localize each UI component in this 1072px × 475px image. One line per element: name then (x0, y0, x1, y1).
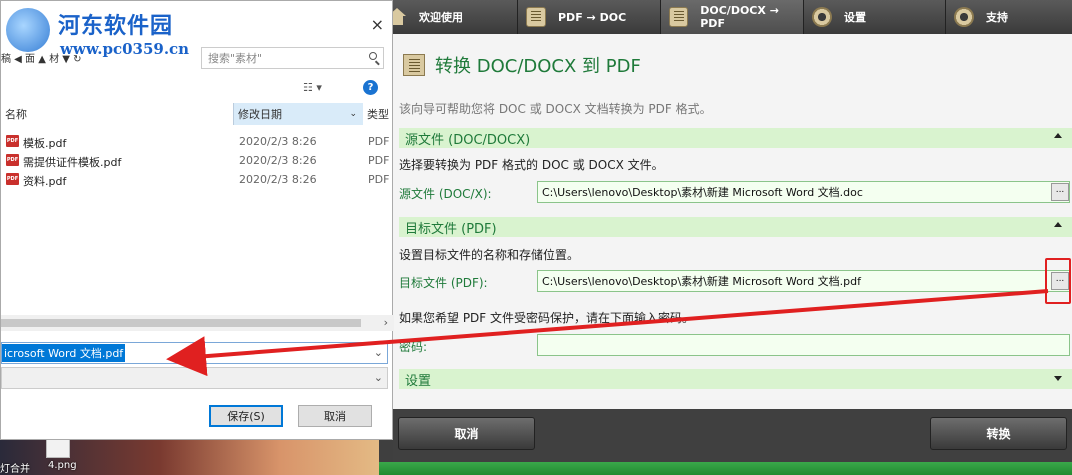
column-label: 修改日期 (238, 108, 282, 121)
watermark-url: www.pc0359.cn (60, 40, 190, 58)
tab-doc-to-pdf[interactable]: DOC/DOCX → PDF (661, 0, 804, 34)
column-label: 类型 (367, 108, 389, 121)
search-input[interactable]: 搜索"素材" (201, 47, 384, 69)
tab-label: 设置 (844, 11, 866, 24)
source-browse-button[interactable]: ... (1051, 183, 1069, 201)
source-label: 源文件 (DOC/X): (399, 187, 492, 201)
source-file-field[interactable]: C:\Users\lenovo\Desktop\素材\新建 Microsoft … (537, 181, 1070, 203)
file-type: PDF (368, 173, 390, 186)
action-bar: 取消 转换 (393, 409, 1072, 462)
highlight-box (1045, 258, 1071, 304)
column-header-name[interactable]: 名称 (1, 103, 233, 125)
page-heading: 转换 DOC/DOCX 到 PDF (403, 52, 641, 78)
tab-label: PDF → DOC (558, 10, 627, 24)
collapse-icon (1054, 133, 1062, 138)
status-strip (379, 462, 1072, 475)
column-header-date[interactable]: 修改日期 ⌄ (233, 103, 363, 125)
file-date: 2020/2/3 8:26 (239, 135, 317, 148)
collapse-icon (1054, 222, 1062, 227)
pdf-file-icon: PDF (6, 135, 19, 147)
section-source[interactable]: 源文件 (DOC/DOCX) (399, 128, 1072, 148)
site-watermark: 河东软件园 www.pc0359.cn (0, 0, 200, 70)
tab-welcome[interactable]: 欢迎使用 (379, 0, 518, 34)
column-label: 名称 (5, 108, 27, 121)
tab-label: 支持 (986, 11, 1008, 24)
password-label: 密码: (399, 340, 428, 354)
document-icon (669, 7, 689, 27)
chevron-down-icon[interactable]: ⌄ (374, 371, 383, 384)
file-name: 模板.pdf (23, 137, 67, 150)
chevron-down-icon: ⌄ (349, 109, 357, 119)
pdf-file-icon: PDF (6, 173, 19, 185)
tab-label: 欢迎使用 (419, 11, 463, 24)
section-title: 目标文件 (PDF) (405, 221, 497, 237)
view-options-button[interactable]: ☷ ▾ (303, 81, 322, 94)
tab-bar: 欢迎使用 PDF → DOC DOC/DOCX → PDF 设置 支持 (379, 0, 1072, 35)
desktop-label: 4.png (48, 460, 77, 471)
close-icon[interactable]: × (371, 15, 384, 34)
desktop-file-icon[interactable] (46, 438, 70, 458)
lifebuoy-icon (954, 7, 974, 27)
file-row[interactable]: PDF 资料.pdf 2020/2/3 8:26 PDF (1, 171, 394, 190)
target-label: 目标文件 (PDF): (399, 276, 488, 290)
source-description: 选择要转换为 PDF 格式的 DOC 或 DOCX 文件。 (399, 158, 664, 172)
password-description: 如果您希望 PDF 文件受密码保护，请在下面输入密码。 (399, 311, 695, 325)
file-type: PDF (368, 135, 390, 148)
search-icon (369, 52, 377, 60)
section-target[interactable]: 目标文件 (PDF) (399, 217, 1072, 237)
horizontal-scrollbar[interactable]: › (1, 315, 394, 331)
dialog-cancel-button[interactable]: 取消 (298, 405, 372, 427)
tab-label: DOC/DOCX → PDF (700, 4, 779, 30)
chevron-down-icon[interactable]: ⌄ (374, 346, 383, 359)
filename-input[interactable]: icrosoft Word 文档.pdf ⌄ (1, 342, 388, 364)
cancel-button[interactable]: 取消 (398, 417, 535, 450)
column-header-type[interactable]: 类型 (363, 103, 394, 125)
help-icon[interactable]: ? (363, 80, 378, 95)
section-title: 源文件 (DOC/DOCX) (405, 132, 531, 148)
source-file-path: C:\Users\lenovo\Desktop\素材\新建 Microsoft … (542, 186, 863, 199)
page-title: 转换 DOC/DOCX 到 PDF (435, 56, 641, 77)
tab-support[interactable]: 支持 (946, 0, 1072, 34)
file-date: 2020/2/3 8:26 (239, 154, 317, 167)
pdf-file-icon: PDF (6, 154, 19, 166)
document-icon (403, 54, 425, 76)
search-placeholder: 搜索"素材" (208, 52, 263, 65)
chevron-right-icon[interactable]: › (384, 316, 388, 329)
watermark-title: 河东软件园 (58, 13, 174, 39)
wizard-panel: 转换 DOC/DOCX 到 PDF 该向导可帮助您将 DOC 或 DOCX 文档… (393, 34, 1072, 409)
file-type: PDF (368, 154, 390, 167)
gear-icon (812, 7, 832, 27)
file-row[interactable]: PDF 模板.pdf 2020/2/3 8:26 PDF (1, 133, 394, 152)
file-date: 2020/2/3 8:26 (239, 173, 317, 186)
scrollbar-thumb[interactable] (1, 319, 361, 327)
file-row[interactable]: PDF 需提供证件模板.pdf 2020/2/3 8:26 PDF (1, 152, 394, 171)
intro-text: 该向导可帮助您将 DOC 或 DOCX 文档转换为 PDF 格式。 (399, 102, 712, 116)
target-file-path: C:\Users\lenovo\Desktop\素材\新建 Microsoft … (542, 275, 862, 288)
tab-settings[interactable]: 设置 (804, 0, 946, 34)
target-description: 设置目标文件的名称和存储位置。 (399, 248, 580, 262)
document-icon (526, 7, 546, 27)
save-button[interactable]: 保存(S) (209, 405, 283, 427)
target-file-field[interactable]: C:\Users\lenovo\Desktop\素材\新建 Microsoft … (537, 270, 1070, 292)
password-field[interactable] (537, 334, 1070, 356)
tab-pdf-to-doc[interactable]: PDF → DOC (518, 0, 661, 34)
section-settings[interactable]: 设置 (399, 369, 1072, 389)
section-title: 设置 (405, 373, 432, 389)
desktop-label: 灯合并 (0, 464, 30, 475)
file-name: 需提供证件模板.pdf (23, 156, 122, 169)
convert-button[interactable]: 转换 (930, 417, 1067, 450)
filename-value: icrosoft Word 文档.pdf (2, 344, 126, 362)
converter-window: 欢迎使用 PDF → DOC DOC/DOCX → PDF 设置 支持 转换 D… (379, 0, 1072, 475)
filetype-select[interactable]: ⌄ (1, 367, 388, 389)
file-name: 资料.pdf (23, 175, 67, 188)
expand-icon (1054, 376, 1062, 381)
watermark-logo-icon (6, 8, 50, 52)
